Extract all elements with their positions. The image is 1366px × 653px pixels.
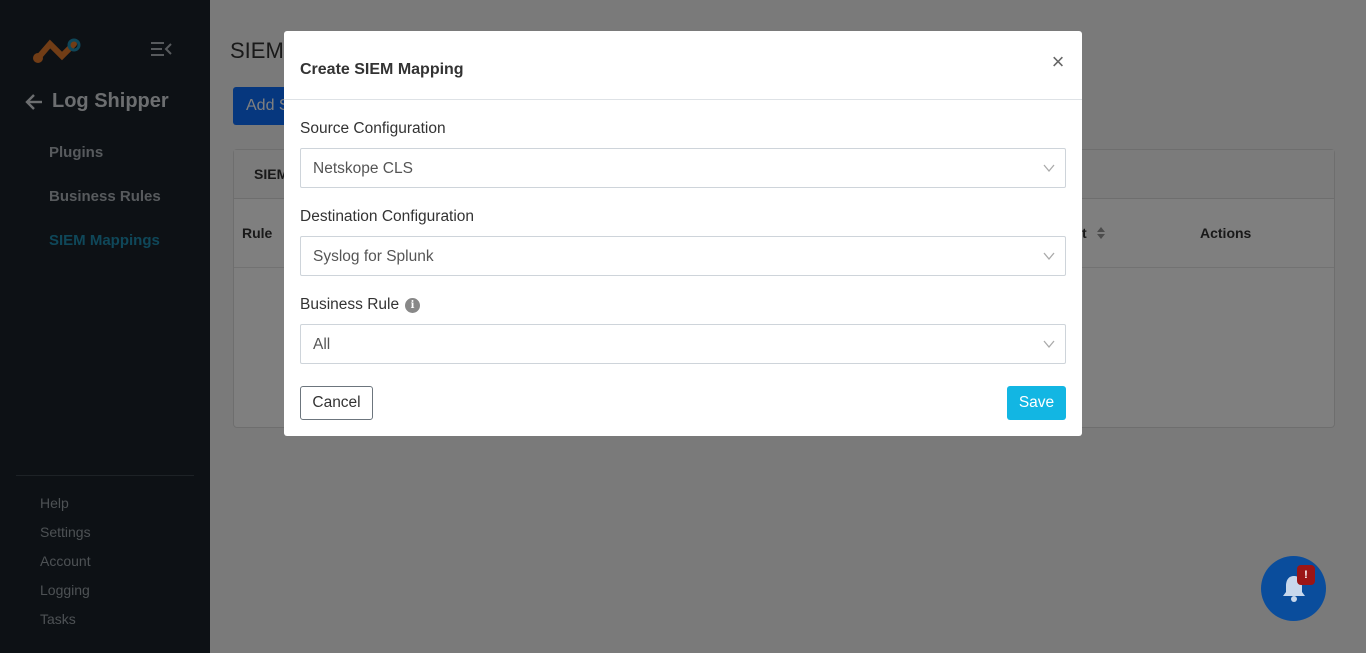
chevron-down-icon [1043, 252, 1055, 261]
chevron-down-icon [1043, 340, 1055, 349]
business-rule-label: Business Rule [300, 296, 400, 313]
info-icon[interactable]: i [405, 297, 421, 313]
close-icon[interactable]: × [1048, 51, 1068, 73]
source-configuration-value: Netskope CLS [313, 160, 413, 177]
destination-configuration-select[interactable]: Syslog for Splunk [300, 236, 1066, 276]
destination-configuration-value: Syslog for Splunk [313, 248, 434, 265]
modal-header: Create SIEM Mapping × [284, 31, 1082, 100]
business-rule-select[interactable]: All [300, 324, 1066, 364]
modal-title: Create SIEM Mapping [300, 61, 464, 78]
save-button[interactable]: Save [1007, 386, 1066, 420]
notification-badge: ! [1297, 565, 1315, 585]
destination-configuration-label: Destination Configuration [300, 208, 475, 225]
source-configuration-select[interactable]: Netskope CLS [300, 148, 1066, 188]
cancel-button[interactable]: Cancel [300, 386, 373, 420]
business-rule-label-row: Business Rule i [300, 296, 421, 314]
source-configuration-label: Source Configuration [300, 120, 446, 137]
create-siem-mapping-dialog: Create SIEM Mapping × Source Configurati… [284, 31, 1082, 436]
business-rule-value: All [313, 336, 331, 353]
chevron-down-icon [1043, 164, 1055, 173]
notifications-button[interactable]: ! [1261, 556, 1326, 621]
